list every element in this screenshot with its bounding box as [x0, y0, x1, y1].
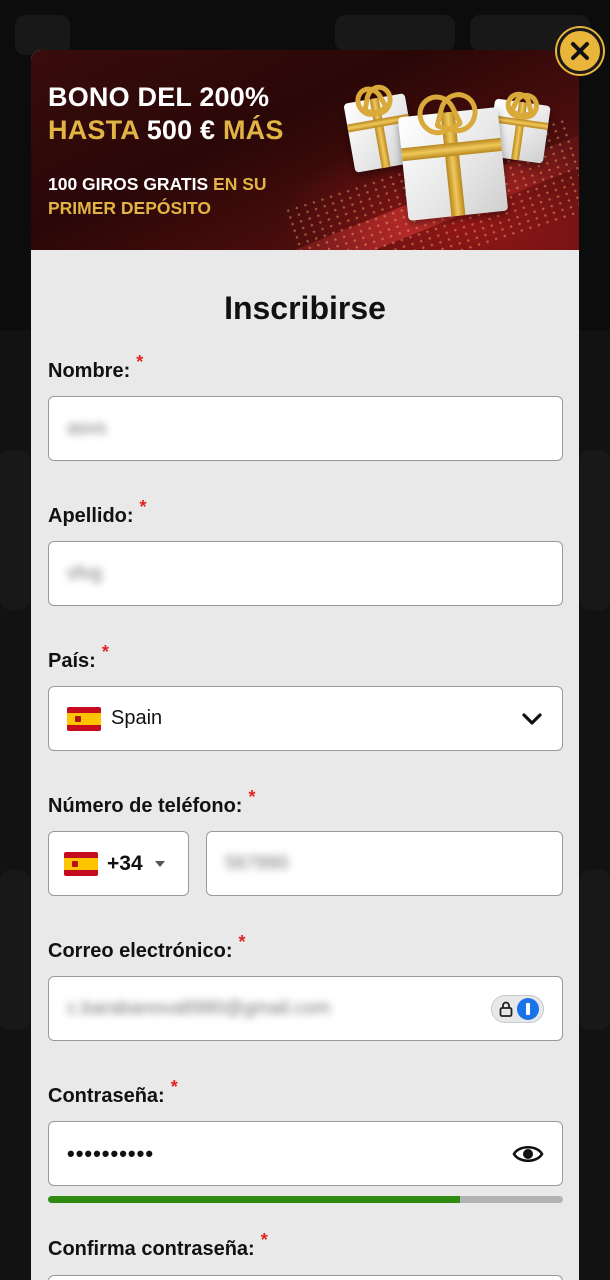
required-mark: * [101, 642, 109, 662]
country-select[interactable]: Spain [48, 686, 563, 751]
phone-input[interactable]: 567890 [206, 831, 563, 896]
password-manager-logo-icon [517, 997, 539, 1020]
correo-label: Correo electrónico: * [48, 932, 246, 962]
promo-amount: 500 € [146, 115, 216, 145]
phone-code-select[interactable]: +34 [48, 831, 189, 896]
promo-banner: BONO DEL 200% HASTA 500 € MÁS 100 GIROS … [31, 50, 579, 250]
pais-label: País: * [48, 642, 109, 672]
spain-flag-icon [64, 851, 98, 876]
password-strength-fill [48, 1196, 460, 1203]
required-mark: * [260, 1230, 268, 1250]
required-mark: * [248, 787, 256, 807]
promo-hasta: HASTA [48, 115, 139, 145]
eye-icon[interactable] [512, 1142, 544, 1166]
email-value: c.barabanova8990@gmail.com [67, 997, 331, 1019]
nombre-value: asvs [67, 417, 107, 439]
phone-value: 567890 [225, 852, 289, 874]
password-value: •••••••••• [67, 1140, 155, 1166]
promo-spins-line: 100 GIROS GRATIS EN SU [48, 174, 267, 195]
form-title: Inscribirse [224, 290, 386, 326]
telefono-label: Número de teléfono: * [48, 787, 256, 817]
apellido-label: Apellido: * [48, 497, 147, 527]
signup-modal: BONO DEL 200% HASTA 500 € MÁS 100 GIROS … [31, 50, 579, 1280]
promo-mas: MÁS [222, 115, 284, 145]
apellido-value: sfvg [67, 562, 102, 584]
confirma-label: Confirma contraseña: * [48, 1230, 268, 1260]
promo-amount-line: HASTA 500 € MÁS [48, 115, 284, 146]
required-mark: * [238, 932, 246, 952]
chevron-down-icon [522, 712, 542, 725]
lock-icon [499, 1001, 513, 1017]
password-manager-icon[interactable] [491, 994, 544, 1023]
nombre-input[interactable]: asvs [48, 396, 563, 461]
promo-first-deposit: PRIMER DEPÓSITO [48, 198, 212, 218]
gift-box-icon [397, 107, 509, 221]
close-button[interactable] [557, 28, 603, 74]
required-mark: * [139, 497, 147, 517]
promo-spins: 100 GIROS GRATIS [48, 174, 209, 194]
promo-headline: BONO DEL 200% [48, 82, 270, 112]
password-strength-bar [48, 1196, 563, 1203]
nombre-label: Nombre: * [48, 352, 144, 382]
required-mark: * [170, 1077, 178, 1097]
spain-flag-icon [67, 706, 101, 731]
apellido-input[interactable]: sfvg [48, 541, 563, 606]
email-input[interactable]: c.barabanova8990@gmail.com [48, 976, 563, 1041]
promo-spins-suffix: EN SU [213, 174, 267, 194]
password-input[interactable]: •••••••••• [48, 1121, 563, 1186]
close-icon [571, 42, 589, 60]
phone-code-value: +34 [107, 851, 143, 875]
required-mark: * [136, 352, 144, 372]
country-value: Spain [111, 707, 163, 729]
contrasena-label: Contraseña: * [48, 1077, 178, 1107]
caret-down-icon [154, 860, 165, 867]
confirm-password-input[interactable] [48, 1275, 563, 1280]
